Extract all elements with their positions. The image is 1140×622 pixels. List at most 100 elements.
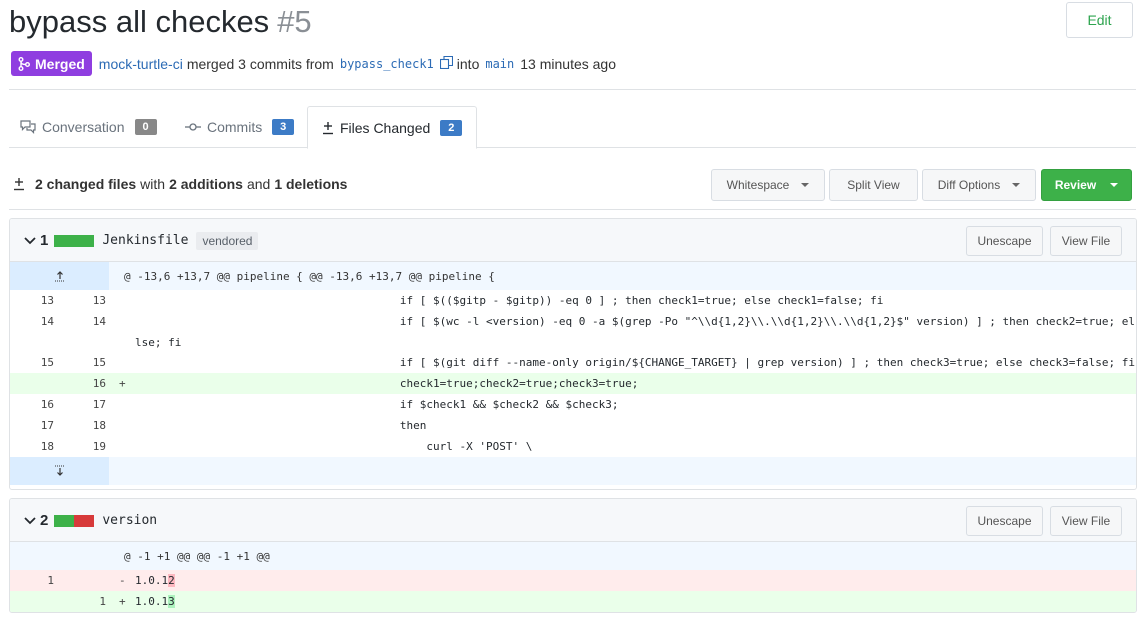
file-header: 2 version Unescape View File	[10, 499, 1136, 542]
file-name[interactable]: Jenkinsfile	[102, 233, 188, 248]
diff-line: 15 15 if [ $(git diff --name-only origin…	[10, 352, 1136, 373]
tab-conversation-count: 0	[134, 119, 157, 135]
tab-commits-count: 3	[272, 119, 295, 135]
caret-down-icon	[1110, 183, 1119, 187]
file-index: 1	[40, 232, 49, 249]
file-index: 2	[40, 512, 49, 529]
new-line-number[interactable]: 14	[66, 315, 106, 328]
hunk-text: @ -1 +1 @@ @@ -1 +1 @@	[124, 549, 270, 563]
code-line: 1.0.13	[135, 595, 175, 608]
additions-count: 2 additions	[169, 176, 243, 192]
pr-meta: Merged mock-turtle-ci merged 3 commits f…	[11, 51, 620, 76]
diff-line-added: 1 + 1.0.13	[10, 591, 1136, 612]
diff-sign: -	[119, 574, 126, 587]
code-text: then	[135, 419, 427, 432]
split-view-button[interactable]: Split View	[829, 169, 918, 201]
pr-tabs: Conversation 0 Commits 3 Files Changed 2	[9, 106, 1136, 149]
summary-and: and	[246, 176, 271, 192]
unescape-button[interactable]: Unescape	[966, 506, 1043, 536]
author-link[interactable]: mock-turtle-ci	[99, 56, 183, 72]
hunk-footer	[10, 457, 1136, 485]
vendored-badge: vendored	[196, 231, 259, 250]
tab-commits[interactable]: Commits 3	[185, 106, 295, 148]
hunk-text: @ -13,6 +13,7 @@ pipeline { @@ -13,6 +13…	[124, 269, 495, 283]
code-line: 1.0.12	[135, 574, 175, 587]
merged-text: merged 3 commits from	[186, 55, 334, 72]
new-line-number[interactable]: 13	[66, 294, 106, 307]
caret-down-icon	[801, 183, 810, 187]
old-line-number[interactable]: 15	[14, 356, 54, 369]
summary-with: with	[140, 176, 166, 192]
old-line-number[interactable]: 1	[14, 574, 54, 587]
view-file-button[interactable]: View File	[1050, 506, 1122, 536]
copy-icon[interactable]	[439, 55, 453, 72]
target-branch[interactable]: main	[483, 57, 516, 71]
view-file-button[interactable]: View File	[1050, 226, 1122, 256]
old-line-number[interactable]: 13	[14, 294, 54, 307]
git-merge-icon	[18, 56, 30, 71]
diff-line: 13 13 if [ $(($gitp - $gitp)) -eq 0 ] ; …	[10, 290, 1136, 311]
expand-up-icon[interactable]	[10, 262, 109, 290]
time-ago: 13 minutes ago	[520, 55, 616, 72]
source-branch[interactable]: bypass_check1	[338, 57, 436, 71]
expand-down-icon[interactable]	[10, 457, 109, 485]
git-commit-icon	[185, 123, 201, 131]
into-text: into	[456, 55, 480, 72]
code-text: 1.0.1	[135, 595, 169, 608]
diff-line: 17 18 then	[10, 415, 1136, 436]
diff-options-dropdown[interactable]: Diff Options	[922, 169, 1036, 201]
old-line-number[interactable]: 16	[14, 398, 54, 411]
diffstat-del-bar	[74, 514, 95, 527]
code-highlight: 3	[168, 595, 175, 608]
tab-files-changed[interactable]: Files Changed 2	[307, 106, 477, 149]
edit-button[interactable]: Edit	[1066, 2, 1133, 38]
diff-sign: +	[119, 595, 126, 608]
file-diff-jenkinsfile: 1 Jenkinsfile vendored Unescape View Fil…	[9, 218, 1137, 490]
hunk-header: @ -1 +1 @@ @@ -1 +1 @@	[10, 542, 1136, 570]
tab-conversation[interactable]: Conversation 0	[20, 106, 157, 148]
chevron-down-icon[interactable]	[24, 516, 36, 525]
file-diff-version: 2 version Unescape View File @ -1 +1 @@ …	[9, 498, 1137, 613]
code-highlight: 2	[168, 574, 175, 587]
diff-line-added: 16 + check1=true;check2=true;check3=true…	[10, 373, 1136, 394]
code-text: lse; fi	[135, 335, 182, 349]
code-text: if [ $(wc -l <version) -eq 0 -a $(grep -…	[135, 315, 1137, 328]
old-line-number[interactable]: 14	[14, 315, 54, 328]
unescape-button[interactable]: Unescape	[966, 226, 1043, 256]
code-text: if [ $(($gitp - $gitp)) -eq 0 ] ; then c…	[135, 294, 884, 307]
diff-options-label: Diff Options	[937, 178, 1001, 192]
new-line-number[interactable]: 16	[66, 377, 106, 390]
whitespace-label: Whitespace	[726, 178, 790, 192]
tab-files-changed-label: Files Changed	[340, 119, 431, 136]
diff-line-deleted: 1 - 1.0.12	[10, 570, 1136, 591]
old-line-number[interactable]: 17	[14, 419, 54, 432]
changed-files-count: 2 changed files	[35, 176, 137, 192]
whitespace-dropdown[interactable]: Whitespace	[711, 169, 825, 201]
new-line-number[interactable]: 18	[66, 419, 106, 432]
old-line-number[interactable]: 18	[14, 440, 54, 453]
diffstat-bar	[54, 234, 95, 247]
review-button[interactable]: Review	[1041, 169, 1132, 201]
tab-files-changed-count: 2	[440, 119, 463, 136]
code-text: curl -X 'POST' \	[135, 440, 533, 453]
chevron-down-icon[interactable]	[24, 236, 36, 245]
new-line-number[interactable]: 15	[66, 356, 106, 369]
merged-status-badge: Merged	[11, 51, 92, 76]
tab-conversation-label: Conversation	[42, 119, 125, 135]
diff-line: 16 17 if $check1 && $check2 && $check3;	[10, 394, 1136, 415]
new-line-number[interactable]: 1	[66, 595, 106, 608]
new-line-number[interactable]: 19	[66, 440, 106, 453]
caret-down-icon	[1012, 183, 1021, 187]
file-header: 1 Jenkinsfile vendored Unescape View Fil…	[10, 219, 1136, 262]
diff-line-wrap: lse; fi	[10, 332, 1136, 352]
file-name[interactable]: version	[102, 513, 157, 528]
tab-commits-label: Commits	[207, 119, 263, 135]
diff-line: 14 14 if [ $(wc -l <version) -eq 0 -a $(…	[10, 311, 1136, 332]
deletions-count: 1 deletions	[274, 176, 348, 192]
diff-sign: +	[119, 377, 126, 390]
new-line-number[interactable]: 17	[66, 398, 106, 411]
code-text: 1.0.1	[135, 574, 169, 587]
header-divider	[9, 89, 1136, 90]
merged-label: Merged	[35, 55, 85, 72]
diff-summary: 2 changed files with 2 additions and 1 d…	[13, 176, 351, 192]
